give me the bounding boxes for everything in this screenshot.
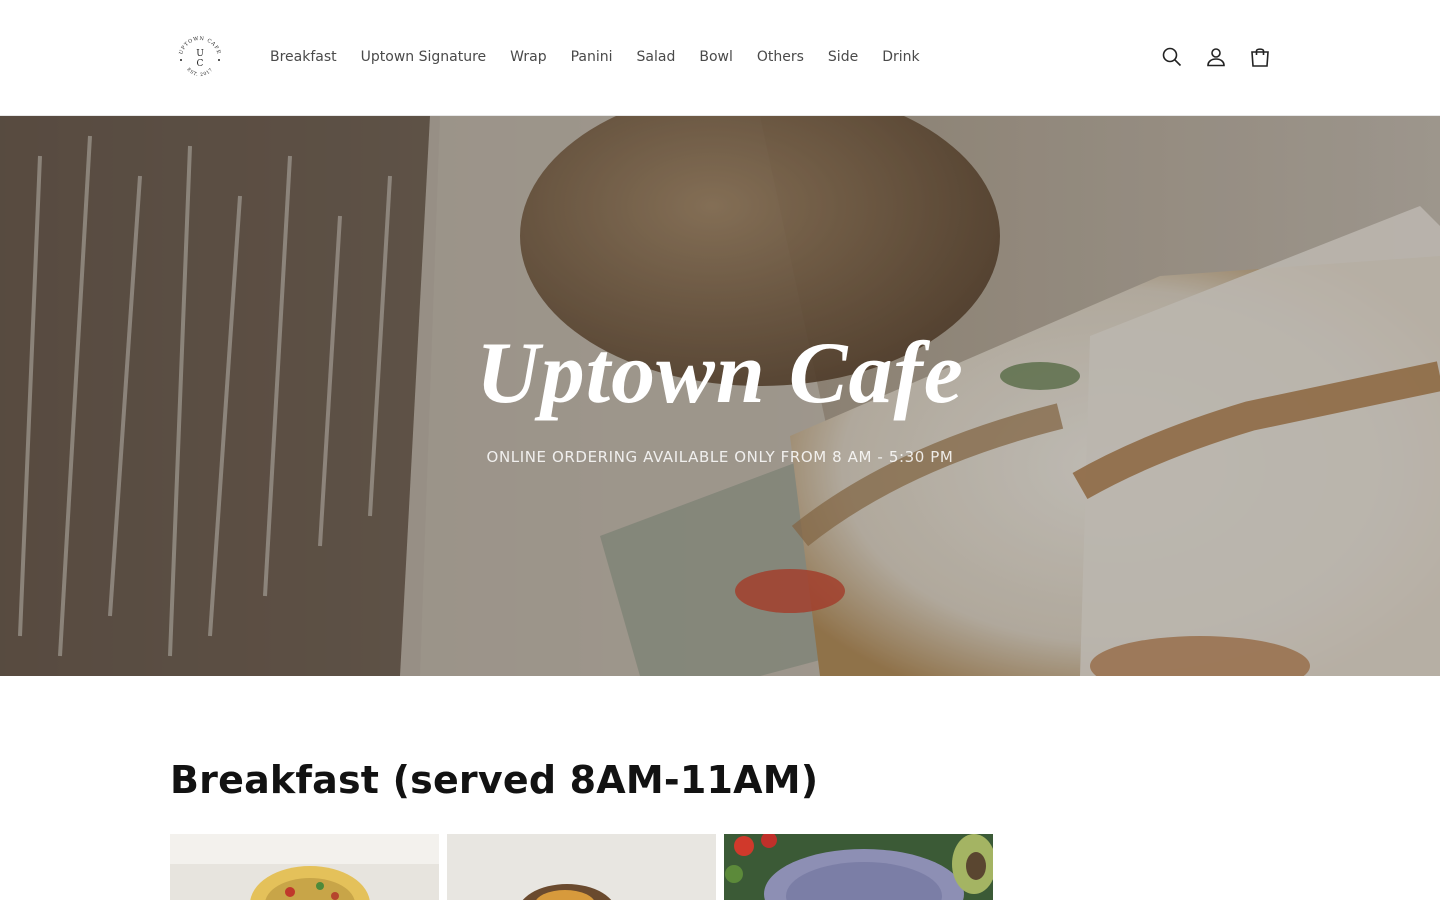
product-grid [170,834,993,900]
hero-banner: Uptown Cafe ONLINE ORDERING AVAILABLE ON… [0,116,1440,676]
account-button[interactable] [1194,35,1238,79]
search-icon [1162,47,1182,67]
header-icons [1150,35,1282,79]
product-image [447,834,716,900]
hero-subtitle: ONLINE ORDERING AVAILABLE ONLY FROM 8 AM… [486,448,954,466]
account-icon [1207,48,1225,67]
site-header: UPTOWN CAFE U C EST. 2017 Breakfast Upto… [0,0,1440,116]
nav-item-side[interactable]: Side [816,45,870,69]
logo[interactable]: UPTOWN CAFE U C EST. 2017 [172,30,228,86]
main-nav: Breakfast Uptown Signature Wrap Panini S… [258,45,932,69]
svg-text:C: C [197,59,204,69]
logo-mark: UPTOWN CAFE U C EST. 2017 [178,36,221,78]
collection-title: Breakfast (served 8AM-11AM) [170,758,819,802]
cart-icon [1251,48,1269,67]
product-card[interactable] [724,834,993,900]
nav-item-others[interactable]: Others [745,45,816,69]
nav-item-breakfast[interactable]: Breakfast [258,45,349,69]
product-card[interactable] [447,834,716,900]
product-card[interactable] [170,834,439,900]
nav-item-wrap[interactable]: Wrap [498,45,558,69]
product-image [170,834,439,900]
nav-item-salad[interactable]: Salad [625,45,688,69]
nav-item-drink[interactable]: Drink [870,45,931,69]
hero-title: Uptown Cafe [476,325,964,422]
search-button[interactable] [1150,35,1194,79]
svg-text:U: U [196,49,204,59]
nav-item-bowl[interactable]: Bowl [687,45,745,69]
product-image [724,834,993,900]
nav-item-panini[interactable]: Panini [559,45,625,69]
nav-item-uptown-signature[interactable]: Uptown Signature [349,45,499,69]
cart-button[interactable] [1238,35,1282,79]
